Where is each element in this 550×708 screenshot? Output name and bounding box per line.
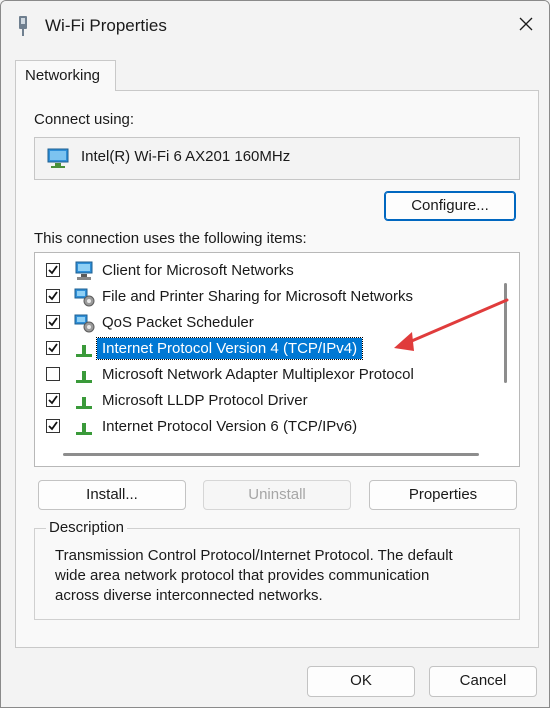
item-checkbox[interactable] — [46, 367, 60, 381]
description-legend: Description — [46, 519, 128, 536]
list-item[interactable]: Internet Protocol Version 6 (TCP/IPv6) — [35, 414, 505, 440]
install-button[interactable]: Install... — [38, 480, 186, 510]
item-label: Client for Microsoft Networks — [102, 262, 294, 279]
item-label: Microsoft Network Adapter Multiplexor Pr… — [102, 366, 414, 383]
protocol-icon — [76, 423, 92, 435]
checkmark-icon — [48, 291, 58, 301]
item-checkbox[interactable] — [46, 393, 60, 407]
horizontal-scrollbar[interactable] — [63, 453, 479, 456]
cancel-button[interactable]: Cancel — [429, 666, 537, 697]
checkmark-icon — [48, 395, 58, 405]
item-label: Microsoft LLDP Protocol Driver — [102, 392, 308, 409]
items-list[interactable]: Client for Microsoft Networks File and P… — [34, 252, 520, 467]
close-button[interactable] — [503, 1, 549, 47]
tab-networking[interactable]: Networking — [15, 60, 116, 91]
close-icon — [519, 17, 533, 31]
protocol-icon — [76, 397, 92, 409]
description-line: across diverse interconnected networks. — [55, 587, 323, 604]
list-item[interactable]: Client for Microsoft Networks — [35, 258, 505, 284]
adapter-name: Intel(R) Wi-Fi 6 AX201 160MHz — [81, 148, 291, 165]
tab-networking-label: Networking — [25, 67, 101, 84]
protocol-icon — [76, 371, 92, 383]
description-line: wide area network protocol that provides… — [55, 567, 430, 584]
adapter-field: Intel(R) Wi-Fi 6 AX201 160MHz — [34, 137, 520, 180]
list-item[interactable]: QoS Packet Scheduler — [35, 310, 505, 336]
item-label: QoS Packet Scheduler — [102, 314, 254, 331]
network-client-icon — [75, 261, 93, 280]
network-adapter-icon — [19, 16, 27, 36]
title-bar: Wi-Fi Properties — [1, 1, 549, 51]
properties-button[interactable]: Properties — [369, 480, 517, 510]
item-label: Internet Protocol Version 4 (TCP/IPv4) — [95, 337, 364, 360]
window-title: Wi-Fi Properties — [45, 16, 167, 35]
list-item[interactable]: Microsoft Network Adapter Multiplexor Pr… — [35, 362, 505, 388]
connect-using-label: Connect using: — [34, 111, 135, 128]
item-checkbox[interactable] — [46, 315, 60, 329]
item-checkbox[interactable] — [46, 289, 60, 303]
vertical-scrollbar[interactable] — [504, 283, 507, 383]
list-item[interactable]: Microsoft LLDP Protocol Driver — [35, 388, 505, 414]
item-checkbox[interactable] — [46, 263, 60, 277]
description-text: Transmission Control Protocol/Internet P… — [55, 546, 505, 606]
checkmark-icon — [48, 343, 58, 353]
list-item-selected[interactable]: Internet Protocol Version 4 (TCP/IPv4) — [35, 336, 505, 362]
checkmark-icon — [48, 265, 58, 275]
protocol-icon — [76, 345, 92, 357]
item-checkbox[interactable] — [46, 419, 60, 433]
item-label: File and Printer Sharing for Microsoft N… — [102, 288, 413, 305]
list-item[interactable]: File and Printer Sharing for Microsoft N… — [35, 284, 505, 310]
network-adapter-icon — [47, 148, 69, 168]
checkmark-icon — [48, 421, 58, 431]
network-service-icon — [74, 288, 95, 307]
ok-button[interactable]: OK — [307, 666, 415, 697]
network-service-icon — [74, 314, 95, 333]
uninstall-button[interactable]: Uninstall — [203, 480, 351, 510]
description-line: Transmission Control Protocol/Internet P… — [55, 547, 453, 564]
items-label: This connection uses the following items… — [34, 230, 307, 247]
wifi-properties-dialog: Wi-Fi Properties Networking Connect usin… — [0, 0, 550, 708]
item-checkbox[interactable] — [46, 341, 60, 355]
checkmark-icon — [48, 317, 58, 327]
item-label: Internet Protocol Version 6 (TCP/IPv6) — [102, 418, 358, 435]
configure-button[interactable]: Configure... — [384, 191, 516, 221]
